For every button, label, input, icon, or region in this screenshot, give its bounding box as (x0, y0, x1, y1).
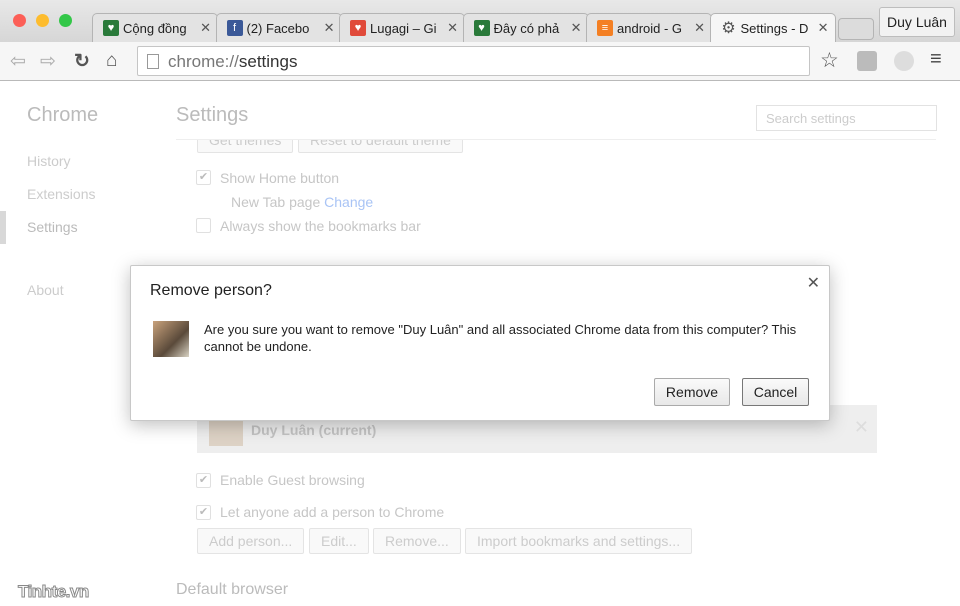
remove-person-icon[interactable]: ✕ (854, 417, 869, 438)
zoom-window-button[interactable] (59, 14, 72, 27)
tab[interactable]: ♥ Đây có phả ✕ (462, 13, 589, 42)
tab[interactable]: ≡ android - G ✕ (586, 13, 712, 42)
home-icon[interactable]: ⌂ (106, 50, 117, 72)
remove-button[interactable]: Remove (654, 378, 730, 406)
tab[interactable]: ♥ Lugagi – Gi ✕ (339, 13, 465, 42)
add-person-label: Let anyone add a person to Chrome (220, 504, 445, 520)
url-path: settings (238, 52, 298, 71)
back-icon[interactable]: ⇦ (10, 50, 26, 73)
menu-icon[interactable]: ≡ (930, 48, 942, 71)
forward-icon[interactable]: ⇨ (40, 50, 56, 73)
show-home-label: Show Home button (220, 170, 340, 186)
bookmarks-bar-checkbox[interactable] (196, 218, 211, 233)
close-tab-icon[interactable]: ✕ (571, 20, 582, 36)
person-avatar (153, 321, 189, 357)
new-tab-button[interactable] (838, 18, 874, 40)
extension-icon[interactable] (857, 51, 877, 71)
close-tab-icon[interactable]: ✕ (447, 20, 458, 36)
bookmark-star-icon[interactable]: ☆ (820, 48, 839, 73)
import-bookmarks-button[interactable]: Import bookmarks and settings... (465, 528, 693, 554)
extension-icon[interactable] (894, 51, 914, 71)
tab[interactable]: ♥ Cộng đồng ✕ (92, 13, 218, 42)
change-link[interactable]: Change (324, 194, 373, 210)
tab-title: Lugagi – Gi (370, 20, 437, 36)
facebook-icon: f (226, 20, 243, 36)
bookmarks-bar-label: Always show the bookmarks bar (220, 218, 421, 234)
dialog-title: Remove person? (150, 282, 272, 299)
stackoverflow-icon: ≡ (597, 20, 613, 36)
tinhte-icon: ♥ (103, 20, 119, 36)
tab-title: Cộng đồng (123, 20, 187, 36)
minimize-window-button[interactable] (36, 14, 49, 27)
sidebar-item-about[interactable]: About (27, 282, 64, 298)
tab-title: Settings - D (740, 20, 809, 36)
cancel-button[interactable]: Cancel (742, 378, 809, 406)
tab-strip: ♥ Cộng đồng ✕ f (2) Facebo ✕ ♥ Lugagi – Gi ✕ ♥ Đây… (0, 0, 960, 42)
search-settings-input[interactable]: Search settings (756, 105, 937, 131)
add-person-checkbox[interactable]: ✔ (196, 505, 211, 520)
reload-icon[interactable]: ↻ (74, 50, 90, 73)
guest-browsing-checkbox[interactable]: ✔ (196, 473, 211, 488)
tab-title: Đây có phả (493, 20, 560, 36)
selected-indicator (0, 211, 6, 244)
profile-button[interactable]: Duy Luân (879, 7, 955, 37)
tab-title: (2) Facebo (246, 20, 310, 36)
tab[interactable]: f (2) Facebo ✕ (215, 13, 342, 42)
close-window-button[interactable] (13, 14, 26, 27)
close-tab-icon[interactable]: ✕ (818, 20, 829, 36)
default-browser-heading: Default browser (176, 581, 289, 598)
page-icon (147, 54, 159, 69)
remove-person-button[interactable]: Remove... (373, 528, 461, 554)
new-tab-page-label: New Tab page (231, 194, 321, 210)
person-name: Duy Luân (current) (251, 422, 377, 438)
show-home-checkbox[interactable]: ✔ (196, 170, 211, 185)
dialog-message: Are you sure you want to remove "Duy Luâ… (204, 322, 797, 354)
close-tab-icon[interactable]: ✕ (200, 20, 211, 36)
close-tab-icon[interactable]: ✕ (694, 20, 705, 36)
guest-browsing-label: Enable Guest browsing (220, 472, 365, 488)
address-bar[interactable]: chrome://settings (137, 46, 810, 76)
lugagi-icon: ♥ (350, 20, 366, 36)
header-divider (176, 139, 936, 140)
tab-title: android - G (617, 20, 683, 36)
close-tab-icon[interactable]: ✕ (324, 20, 335, 36)
add-person-button[interactable]: Add person... (197, 528, 305, 554)
url-scheme: chrome:// (168, 52, 239, 71)
page-title: Settings (176, 104, 249, 126)
sidebar-title: Chrome (27, 104, 99, 126)
sidebar-item-history[interactable]: History (27, 153, 71, 169)
toolbar: ⇦ ⇨ ↻ ⌂ chrome://settings ☆ ≡ (0, 42, 960, 81)
edit-person-button[interactable]: Edit... (309, 528, 369, 554)
remove-person-dialog: Remove person? ✕ Are you sure you want t… (130, 265, 830, 421)
tinhte-icon: ♥ (473, 20, 490, 36)
close-icon[interactable]: ✕ (807, 273, 820, 293)
tab[interactable]: ⚙ Settings - D ✕ (709, 13, 836, 42)
gear-icon: ⚙ (721, 20, 736, 37)
watermark-logo: Tinhte.vn (18, 582, 90, 602)
sidebar-item-extensions[interactable]: Extensions (27, 186, 95, 202)
sidebar-item-settings[interactable]: Settings (27, 219, 78, 235)
